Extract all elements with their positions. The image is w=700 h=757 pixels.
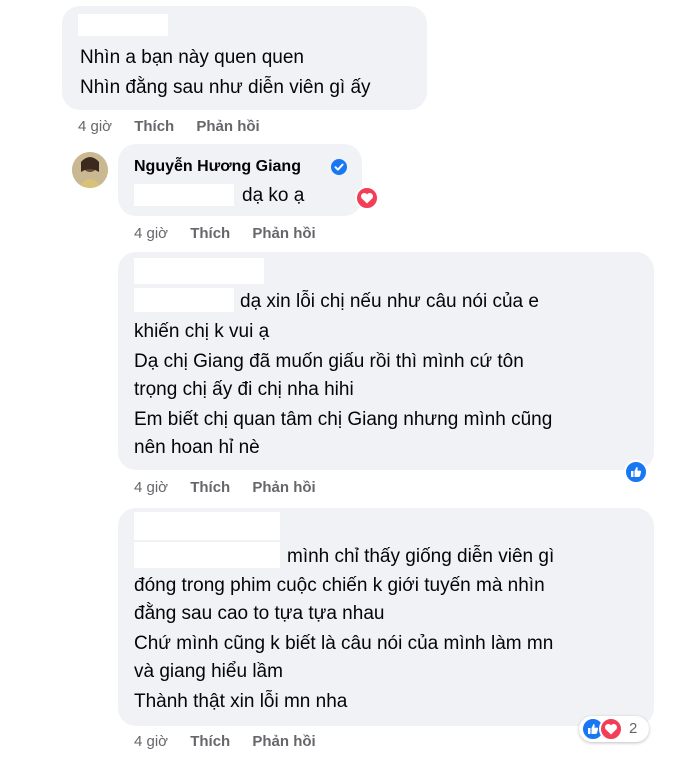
- avatar[interactable]: [72, 152, 108, 188]
- comment-3-actions: 4 giờ Thích Phản hồi: [134, 479, 334, 496]
- comment-3-line-4: trọng chị ấy đi chị nha hihi: [134, 379, 354, 400]
- comment-3-line-5: Em biết chị quan tâm chị Giang nhưng mìn…: [134, 409, 553, 430]
- redacted-author-4: [134, 512, 280, 540]
- verified-badge-icon: [331, 159, 347, 175]
- comment-3-line-1: dạ xin lỗi chị nếu như câu nói của e: [240, 291, 539, 312]
- comment-1-like-button[interactable]: Thích: [134, 118, 174, 135]
- comment-4-reply-button[interactable]: Phản hồi: [252, 733, 315, 750]
- comment-4-line-2: đóng trong phim cuộc chiến k giới tuyến …: [134, 575, 545, 596]
- comment-1-line-2: Nhìn đằng sau như diễn viên gì ấy: [80, 77, 371, 98]
- redacted-mention-4: [134, 542, 280, 568]
- love-heart-icon: [355, 186, 379, 210]
- love-heart-icon: [599, 717, 623, 741]
- comment-4-like-button[interactable]: Thích: [190, 733, 230, 750]
- comment-3-line-6: nên hoan hỉ nè: [134, 437, 260, 458]
- comment-4-line-3: đằng sau cao to tựa tựa nhau: [134, 603, 385, 624]
- redacted-mention-3: [134, 288, 234, 312]
- comment-4-line-1: mình chỉ thấy giống diễn viên gì: [287, 546, 555, 567]
- comment-2-line-1: dạ ko ạ: [242, 185, 305, 206]
- comment-4-line-4: Chứ mình cũng k biết là câu nói của mình…: [134, 633, 554, 654]
- comment-4-line-5: và giang hiểu lầm: [134, 661, 283, 682]
- comment-1-time[interactable]: 4 giờ: [78, 118, 112, 135]
- comment-1-line-1: Nhìn a bạn này quen quen: [80, 47, 304, 68]
- comment-2-author[interactable]: Nguyễn Hương Giang: [134, 158, 301, 176]
- comment-2-reactions[interactable]: [355, 186, 385, 210]
- comment-2-actions: 4 giờ Thích Phản hồi: [134, 225, 334, 242]
- comment-2-reply-button[interactable]: Phản hồi: [252, 225, 315, 242]
- comment-4-time[interactable]: 4 giờ: [134, 733, 168, 750]
- comment-3-line-3: Dạ chị Giang đã muốn giấu rồi thì mình c…: [134, 351, 524, 372]
- comment-3-reactions[interactable]: [624, 460, 652, 484]
- comment-3-time[interactable]: 4 giờ: [134, 479, 168, 496]
- comment-3-line-2: khiến chị k vui ạ: [134, 321, 270, 342]
- comment-3-like-button[interactable]: Thích: [190, 479, 230, 496]
- redacted-mention-2: [134, 184, 234, 206]
- comment-3-reply-button[interactable]: Phản hồi: [252, 479, 315, 496]
- like-thumb-icon: [624, 460, 648, 484]
- comment-4-line-6: Thành thật xin lỗi mn nha: [134, 691, 348, 712]
- redacted-author-3: [134, 258, 264, 284]
- comment-4-reactions[interactable]: 2: [579, 716, 649, 742]
- comment-2-time[interactable]: 4 giờ: [134, 225, 168, 242]
- comment-2-like-button[interactable]: Thích: [190, 225, 230, 242]
- comment-1-actions: 4 giờ Thích Phản hồi: [78, 118, 278, 135]
- comment-4-actions: 4 giờ Thích Phản hồi: [134, 733, 334, 750]
- redacted-author-1: [78, 14, 168, 36]
- comment-1-reply-button[interactable]: Phản hồi: [196, 118, 259, 135]
- reaction-count: 2: [629, 720, 638, 737]
